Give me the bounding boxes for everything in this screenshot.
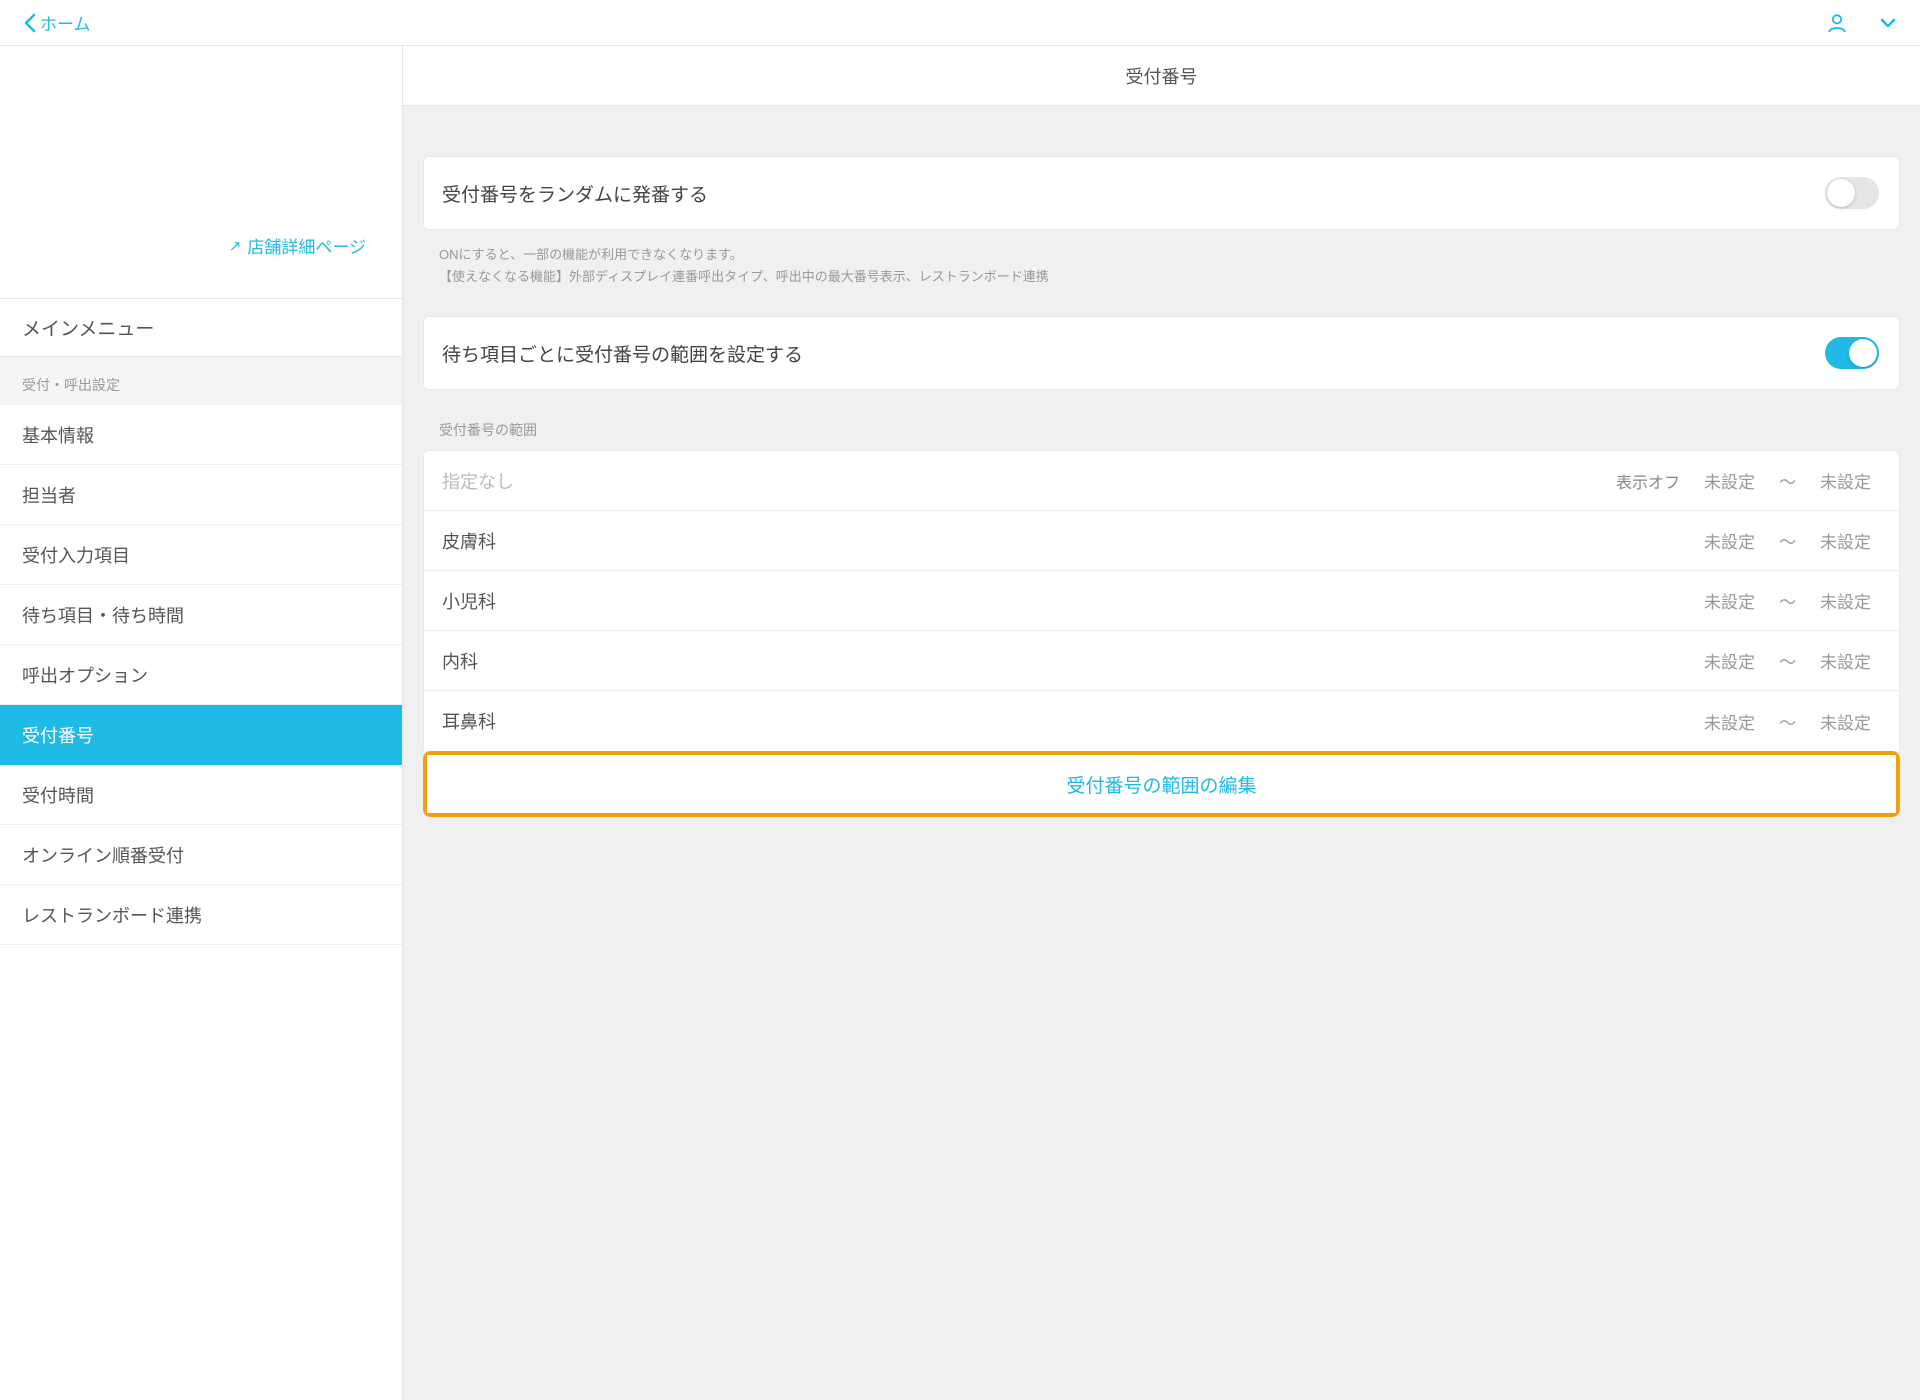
range-row-0[interactable]: 指定なし表示オフ未設定～未設定 <box>424 451 1899 511</box>
range-row-4[interactable]: 耳鼻科未設定～未設定 <box>424 691 1899 751</box>
range-display-off: 表示オフ <box>1616 469 1680 493</box>
toggle-knob <box>1827 179 1855 207</box>
random-number-toggle[interactable] <box>1825 177 1879 209</box>
user-icon[interactable] <box>1826 12 1848 34</box>
range-separator: ～ <box>1779 528 1796 553</box>
sidebar-item-label: 受付時間 <box>22 782 94 808</box>
range-from: 未設定 <box>1704 709 1755 734</box>
sidebar-item-2[interactable]: 受付入力項目 <box>0 525 402 585</box>
range-section-title: 受付番号の範囲 <box>403 390 1920 450</box>
help-line-1: ONにすると、一部の機能が利用できなくなります。 <box>439 244 1900 266</box>
range-to: 未設定 <box>1820 709 1871 734</box>
range-row-2[interactable]: 小児科未設定～未設定 <box>424 571 1899 631</box>
toggle-knob <box>1849 339 1877 367</box>
store-detail-link[interactable]: ↗ 店舗詳細ページ <box>229 233 366 258</box>
range-to: 未設定 <box>1820 468 1871 493</box>
sidebar-item-6[interactable]: 受付時間 <box>0 765 402 825</box>
range-row-3[interactable]: 内科未設定～未設定 <box>424 631 1899 691</box>
store-detail-label: 店舗詳細ページ <box>247 233 366 258</box>
range-per-item-toggle[interactable] <box>1825 337 1879 369</box>
range-to: 未設定 <box>1820 588 1871 613</box>
range-row-name: 耳鼻科 <box>442 708 1704 734</box>
random-number-label: 受付番号をランダムに発番する <box>442 180 708 207</box>
store-pane: ↗ 店舗詳細ページ <box>0 46 402 299</box>
content-title: 受付番号 <box>403 46 1920 106</box>
range-from: 未設定 <box>1704 468 1755 493</box>
main-menu-label: メインメニュー <box>22 314 154 341</box>
edit-button-highlight: 受付番号の範囲の編集 <box>423 751 1900 817</box>
sidebar-item-0[interactable]: 基本情報 <box>0 405 402 465</box>
sidebar-item-8[interactable]: レストランボード連携 <box>0 885 402 945</box>
sidebar-item-label: 担当者 <box>22 482 76 508</box>
sidebar-item-5[interactable]: 受付番号 <box>0 705 402 765</box>
range-from: 未設定 <box>1704 588 1755 613</box>
edit-range-button-label: 受付番号の範囲の編集 <box>1066 771 1256 798</box>
sidebar-item-label: オンライン順番受付 <box>22 842 184 868</box>
main-menu-button[interactable]: メインメニュー <box>0 299 402 357</box>
app-header: ホーム <box>0 0 1920 46</box>
sidebar-item-label: 受付入力項目 <box>22 542 130 568</box>
range-separator: ～ <box>1779 648 1796 673</box>
range-row-name: 皮膚科 <box>442 528 1704 554</box>
sidebar: ↗ 店舗詳細ページ メインメニュー 受付・呼出設定 基本情報担当者受付入力項目待… <box>0 46 403 1400</box>
sidebar-section-title: 受付・呼出設定 <box>0 357 402 405</box>
range-table: 指定なし表示オフ未設定～未設定皮膚科未設定～未設定小児科未設定～未設定内科未設定… <box>423 450 1900 751</box>
range-separator: ～ <box>1779 468 1796 493</box>
sidebar-item-label: レストランボード連携 <box>22 902 202 928</box>
external-link-icon: ↗ <box>229 237 242 255</box>
range-to: 未設定 <box>1820 528 1871 553</box>
sidebar-item-label: 基本情報 <box>22 422 94 448</box>
range-to: 未設定 <box>1820 648 1871 673</box>
sidebar-item-label: 待ち項目・待ち時間 <box>22 602 184 628</box>
range-per-item-label: 待ち項目ごとに受付番号の範囲を設定する <box>442 340 803 367</box>
help-line-2: 【使えなくなる機能】外部ディスプレイ連番呼出タイプ、呼出中の最大番号表示、レスト… <box>439 266 1900 288</box>
sidebar-item-1[interactable]: 担当者 <box>0 465 402 525</box>
chevron-back-icon <box>24 13 36 33</box>
header-right <box>1826 12 1896 34</box>
range-row-1[interactable]: 皮膚科未設定～未設定 <box>424 511 1899 571</box>
sidebar-item-label: 受付番号 <box>22 722 94 748</box>
edit-range-button[interactable]: 受付番号の範囲の編集 <box>427 755 1896 813</box>
range-row-name: 小児科 <box>442 588 1704 614</box>
range-per-item-setting: 待ち項目ごとに受付番号の範囲を設定する <box>423 316 1900 390</box>
random-number-setting: 受付番号をランダムに発番する <box>423 156 1900 230</box>
sidebar-item-label: 呼出オプション <box>22 662 148 688</box>
back-button[interactable]: ホーム <box>24 10 91 35</box>
content-area: 受付番号 受付番号をランダムに発番する ONにすると、一部の機能が利用できなくな… <box>403 46 1920 1400</box>
random-number-help: ONにすると、一部の機能が利用できなくなります。 【使えなくなる機能】外部ディス… <box>403 230 1920 288</box>
range-row-name: 指定なし <box>442 468 1616 494</box>
chevron-down-icon[interactable] <box>1880 18 1896 28</box>
range-separator: ～ <box>1779 709 1796 734</box>
sidebar-item-4[interactable]: 呼出オプション <box>0 645 402 705</box>
range-row-name: 内科 <box>442 648 1704 674</box>
sidebar-item-7[interactable]: オンライン順番受付 <box>0 825 402 885</box>
sidebar-item-3[interactable]: 待ち項目・待ち時間 <box>0 585 402 645</box>
range-separator: ～ <box>1779 588 1796 613</box>
range-from: 未設定 <box>1704 648 1755 673</box>
range-from: 未設定 <box>1704 528 1755 553</box>
back-label: ホーム <box>40 10 91 35</box>
